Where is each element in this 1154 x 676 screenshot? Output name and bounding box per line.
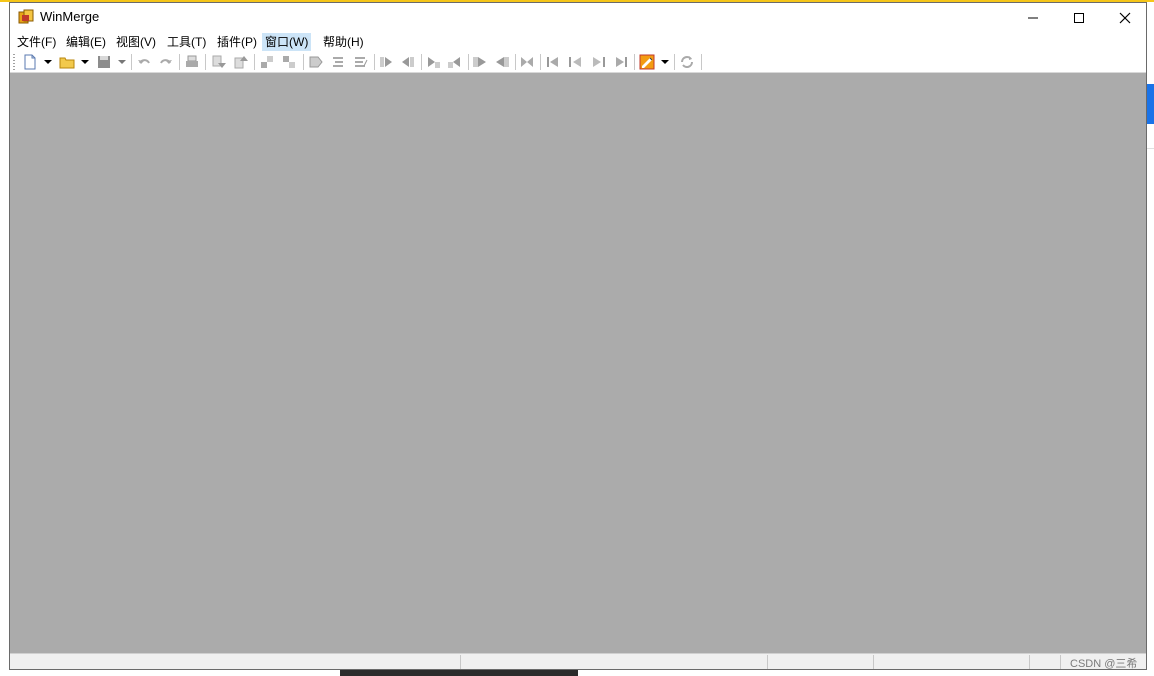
toolbar-separator xyxy=(701,54,702,70)
close-button[interactable] xyxy=(1102,3,1148,32)
toolbar-separator xyxy=(674,54,675,70)
toolbar-grip[interactable] xyxy=(13,54,15,70)
copy-all-right-icon[interactable] xyxy=(472,54,488,70)
current-diff-icon[interactable] xyxy=(308,54,324,70)
toolbar-separator xyxy=(205,54,206,70)
last-file-icon[interactable] xyxy=(613,54,629,70)
new-dropdown-icon[interactable] xyxy=(44,60,52,64)
minimize-button[interactable] xyxy=(1010,3,1056,32)
menu-plugins[interactable]: 插件(P) xyxy=(214,33,260,51)
toolbar-separator xyxy=(468,54,469,70)
undo-icon[interactable] xyxy=(136,54,152,70)
toolbar-separator xyxy=(374,54,375,70)
background-blue-button xyxy=(1147,84,1154,124)
open-folder-icon[interactable] xyxy=(59,54,75,70)
menu-file[interactable]: 文件(F) xyxy=(14,33,59,51)
toolbar xyxy=(10,51,1146,73)
next-file-icon[interactable] xyxy=(591,54,607,70)
toolbar-separator xyxy=(421,54,422,70)
status-divider xyxy=(460,655,461,669)
new-document-icon[interactable] xyxy=(22,54,38,70)
status-divider xyxy=(1029,655,1030,669)
menu-edit[interactable]: 编辑(E) xyxy=(63,33,109,51)
close-icon xyxy=(1119,12,1131,23)
redo-icon[interactable] xyxy=(158,54,174,70)
mdi-client-area[interactable] xyxy=(10,73,1146,653)
menu-help[interactable]: 帮助(H) xyxy=(320,33,367,51)
next-conflict-icon[interactable] xyxy=(330,54,346,70)
prev-conflict-icon[interactable] xyxy=(352,54,368,70)
merge-icon[interactable] xyxy=(519,54,535,70)
options-dropdown-icon[interactable] xyxy=(661,60,669,64)
winmerge-window: WinMerge 文件(F) 编辑(E) 视图(V) 工具(T) 插件(P) 窗… xyxy=(9,2,1147,670)
copy-left-advance-icon[interactable] xyxy=(447,54,463,70)
toolbar-separator xyxy=(254,54,255,70)
copy-right-advance-icon[interactable] xyxy=(425,54,441,70)
toolbar-separator xyxy=(179,54,180,70)
status-bar: CSDN @三希 xyxy=(10,653,1146,670)
taskbar-fragment xyxy=(340,670,578,676)
refresh-icon[interactable] xyxy=(679,54,695,70)
next-diff-icon[interactable] xyxy=(210,54,226,70)
first-diff-icon[interactable] xyxy=(259,54,275,70)
save-dropdown-icon[interactable] xyxy=(118,60,126,64)
prev-file-icon[interactable] xyxy=(567,54,583,70)
options-icon[interactable] xyxy=(639,54,655,70)
minimize-icon xyxy=(1028,17,1038,18)
print-icon[interactable] xyxy=(184,54,200,70)
toolbar-separator xyxy=(303,54,304,70)
open-dropdown-icon[interactable] xyxy=(81,60,89,64)
desktop-left-strip xyxy=(0,2,9,676)
status-divider xyxy=(767,655,768,669)
prev-diff-icon[interactable] xyxy=(232,54,248,70)
copy-all-left-icon[interactable] xyxy=(494,54,510,70)
first-file-icon[interactable] xyxy=(545,54,561,70)
winmerge-logo-icon xyxy=(18,9,34,24)
toolbar-separator xyxy=(634,54,635,70)
maximize-button[interactable] xyxy=(1056,3,1102,32)
last-diff-icon[interactable] xyxy=(281,54,297,70)
watermark-text: CSDN @三希 xyxy=(1070,658,1138,670)
toolbar-separator xyxy=(540,54,541,70)
window-title: WinMerge xyxy=(40,9,100,24)
background-divider xyxy=(1147,148,1154,149)
toolbar-separator xyxy=(131,54,132,70)
save-icon[interactable] xyxy=(96,54,112,70)
status-divider xyxy=(1060,655,1061,669)
status-divider xyxy=(873,655,874,669)
copy-to-left-icon[interactable] xyxy=(400,54,416,70)
menu-view[interactable]: 视图(V) xyxy=(113,33,159,51)
maximize-icon xyxy=(1074,12,1084,23)
copy-to-right-icon[interactable] xyxy=(378,54,394,70)
toolbar-separator xyxy=(515,54,516,70)
title-bar[interactable]: WinMerge xyxy=(10,3,1146,32)
background-window-edge xyxy=(1147,2,1154,676)
menu-bar: 文件(F) 编辑(E) 视图(V) 工具(T) 插件(P) 窗口(W) 帮助(H… xyxy=(10,32,1146,51)
menu-window[interactable]: 窗口(W) xyxy=(262,33,312,51)
menu-tools[interactable]: 工具(T) xyxy=(164,33,209,51)
